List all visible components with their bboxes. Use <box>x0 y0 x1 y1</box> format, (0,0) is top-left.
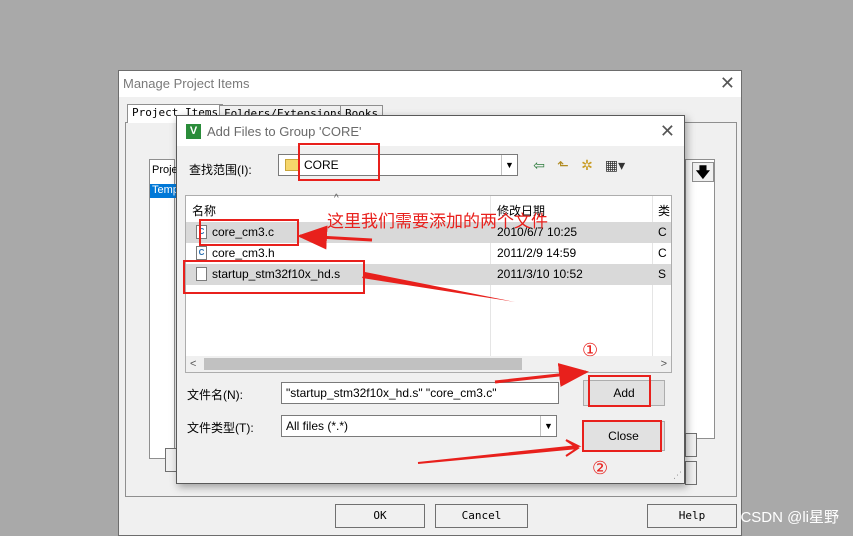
arrow-to-startup-file <box>362 272 515 302</box>
arrow-to-close-button <box>417 439 582 464</box>
arrow-to-core-file <box>297 225 373 250</box>
arrow-to-add-button <box>494 363 589 387</box>
annotation-arrows <box>297 225 589 464</box>
watermark: CSDN @li星野 <box>740 509 839 526</box>
